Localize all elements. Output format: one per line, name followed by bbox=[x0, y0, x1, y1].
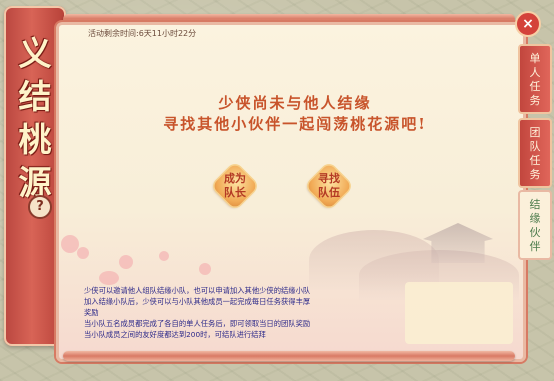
tab-label-char: 伙 bbox=[529, 226, 541, 239]
tab-label-char: 务 bbox=[529, 94, 541, 107]
banner-title-char: 义 bbox=[18, 34, 52, 73]
tab-label-char: 人 bbox=[529, 66, 541, 79]
tab-team-task[interactable]: 团 队 任 务 bbox=[518, 118, 552, 188]
tab-label-char: 务 bbox=[529, 168, 541, 181]
scenery-pavilion bbox=[423, 223, 493, 263]
rules-line: 当小队五名成员都完成了各自的单人任务后，即可领取当日的团队奖励 bbox=[84, 319, 311, 328]
tab-label-char: 伴 bbox=[529, 240, 541, 253]
event-timer: 活动剩余时间:6天11小时22分 bbox=[88, 29, 197, 38]
rules-line: 少侠可以邀请他人组队结缘小队，也可以申请加入其他少侠的结缘小队 bbox=[84, 286, 311, 295]
rules-description: 少侠可以邀请他人组队结缘小队，也可以申请加入其他少侠的结缘小队 加入结缘小队后，… bbox=[84, 285, 408, 340]
message-line: 寻找其他小伙伴一起闯荡桃花源吧! bbox=[163, 115, 427, 133]
button-label-line: 寻找 bbox=[318, 172, 340, 185]
tab-label-char: 队 bbox=[529, 140, 541, 153]
button-label-line: 队伍 bbox=[318, 186, 340, 199]
banner-title-char: 结 bbox=[18, 77, 52, 116]
banner-title-char: 桃 bbox=[18, 120, 52, 159]
tab-label-char: 缘 bbox=[529, 212, 541, 225]
tab-single-task[interactable]: 单 人 任 务 bbox=[518, 44, 552, 114]
status-message: 少侠尚未与他人结缘 寻找其他小伙伴一起闯荡桃花源吧! bbox=[90, 93, 500, 135]
scroll-rod-bottom bbox=[63, 351, 515, 361]
button-label-line: 成为 bbox=[224, 172, 246, 185]
info-panel-bg bbox=[405, 282, 513, 344]
button-label-line: 队长 bbox=[224, 186, 246, 199]
blossom-decoration bbox=[159, 251, 169, 261]
tab-label-char: 任 bbox=[529, 154, 541, 167]
tab-label-char: 单 bbox=[529, 52, 541, 65]
button-label: 成为 队长 bbox=[212, 172, 258, 200]
tab-label-char: 结 bbox=[529, 198, 541, 211]
banner-title: 义 结 桃 源 bbox=[14, 32, 56, 204]
tab-label-char: 团 bbox=[529, 126, 541, 139]
rules-line: 加入结缘小队后，少侠可以与小队其他成员一起完成每日任务获得丰厚 bbox=[84, 297, 311, 306]
blossom-decoration bbox=[119, 255, 133, 269]
blossom-decoration bbox=[77, 247, 89, 259]
rules-line: 奖励 bbox=[84, 308, 99, 317]
help-button[interactable]: ? bbox=[28, 195, 52, 219]
tab-partner[interactable]: 结 缘 伙 伴 bbox=[518, 190, 552, 260]
message-line: 少侠尚未与他人结缘 bbox=[218, 94, 372, 112]
become-leader-button[interactable]: 成为 队长 bbox=[211, 162, 259, 210]
find-team-button[interactable]: 寻找 队伍 bbox=[305, 162, 353, 210]
blossom-decoration bbox=[199, 263, 211, 275]
tab-label-char: 任 bbox=[529, 80, 541, 93]
rules-line: 当小队成员之间的友好度都达到200时，可结队进行结拜 bbox=[84, 330, 266, 339]
blossom-decoration bbox=[99, 271, 119, 285]
button-label: 寻找 队伍 bbox=[306, 172, 352, 200]
close-button[interactable]: × bbox=[515, 11, 541, 37]
